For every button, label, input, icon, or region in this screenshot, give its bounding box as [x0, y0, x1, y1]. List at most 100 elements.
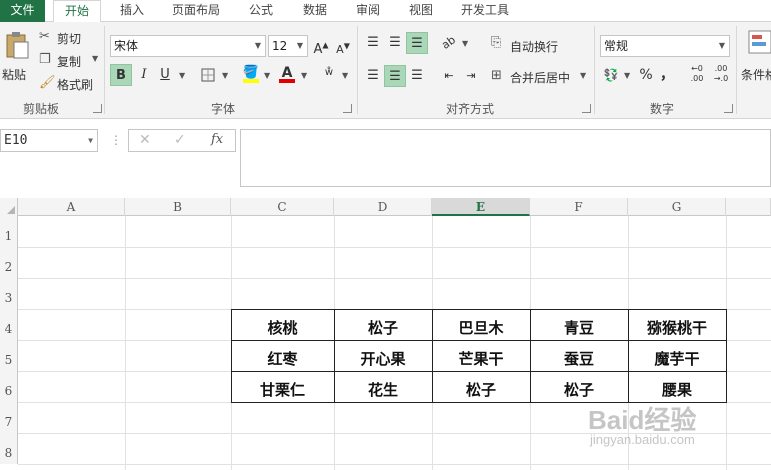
row-header-6[interactable]: 6	[0, 371, 18, 402]
row-header-3[interactable]: 3	[0, 278, 18, 309]
decrease-indent-icon: ⇤	[444, 69, 454, 82]
merge-center-button[interactable]: 合并后居中	[510, 69, 570, 86]
percent-button[interactable]: %	[635, 64, 657, 86]
number-format-select[interactable]: 常规 ▼	[600, 35, 730, 57]
column-header-g[interactable]: G	[628, 198, 726, 216]
increase-decimal-button[interactable]: ←0.00	[686, 64, 708, 86]
cut-button[interactable]: 剪切	[57, 30, 81, 47]
tab-page-layout[interactable]: 页面布局	[165, 0, 227, 22]
alignment-launcher-icon[interactable]	[582, 104, 591, 113]
paste-button[interactable]: 粘贴	[2, 28, 32, 90]
row-header-7[interactable]: 7	[0, 402, 18, 433]
table-cell[interactable]: 红枣	[231, 340, 334, 371]
column-header-a[interactable]: A	[18, 198, 125, 216]
phonetic-button[interactable]: ẘ	[318, 62, 340, 84]
clipboard-launcher-icon[interactable]	[93, 104, 102, 113]
italic-button[interactable]: I	[133, 64, 155, 86]
column-header-f[interactable]: F	[530, 198, 628, 216]
table-cell[interactable]: 蚕豆	[530, 340, 628, 371]
underline-button[interactable]: U	[154, 64, 176, 86]
align-bottom-icon: ☰	[411, 36, 423, 51]
table-cell[interactable]: 巴旦木	[432, 309, 530, 340]
table-cell[interactable]: 甘栗仁	[231, 371, 334, 402]
tab-insert[interactable]: 插入	[108, 0, 156, 22]
increase-font-size-button[interactable]: A▲	[310, 35, 332, 57]
tab-home[interactable]: 开始	[53, 0, 101, 23]
table-cell[interactable]: 腰果	[628, 371, 726, 402]
select-all-button[interactable]	[0, 198, 18, 216]
align-bottom-button[interactable]: ☰	[406, 32, 428, 54]
increase-indent-button[interactable]: ⇥	[460, 65, 482, 87]
formula-input[interactable]	[240, 129, 771, 187]
fill-color-dropdown-icon[interactable]: ▼	[264, 71, 270, 80]
align-middle-button[interactable]: ☰	[384, 32, 406, 54]
merge-dropdown-icon[interactable]: ▼	[580, 71, 586, 80]
column-header-h[interactable]	[726, 198, 771, 216]
decrease-decimal-button[interactable]: .00 →.0	[710, 64, 732, 86]
row-gridline	[18, 278, 771, 279]
fill-color-button[interactable]: 🪣	[240, 62, 262, 84]
row-header-1[interactable]: 1	[0, 216, 18, 247]
number-launcher-icon[interactable]	[724, 104, 733, 113]
align-center-button[interactable]: ☰	[384, 65, 406, 87]
table-cell[interactable]: 松子	[530, 371, 628, 402]
comma-button[interactable]: ，	[656, 64, 678, 86]
column-header-b[interactable]: B	[125, 198, 231, 216]
font-launcher-icon[interactable]	[343, 104, 352, 113]
borders-dropdown-icon[interactable]: ▼	[222, 71, 228, 80]
table-cell[interactable]: 核桃	[231, 309, 334, 340]
table-cell[interactable]: 猕猴桃干	[628, 309, 726, 340]
row-header-8[interactable]: 8	[0, 433, 18, 464]
borders-button[interactable]	[197, 64, 219, 86]
underline-dropdown-icon[interactable]: ▼	[179, 71, 185, 80]
enter-icon[interactable]: ✓	[174, 132, 186, 148]
column-header-c[interactable]: C	[231, 198, 334, 216]
tab-formulas[interactable]: 公式	[238, 0, 284, 22]
font-name-select[interactable]: 宋体 ▼	[110, 35, 266, 57]
accounting-dropdown-icon[interactable]: ▼	[624, 71, 630, 80]
table-border	[726, 309, 727, 402]
table-cell[interactable]: 松子	[334, 309, 432, 340]
conditional-formatting-button[interactable]: 条件格	[740, 28, 771, 90]
font-color-button[interactable]: A	[276, 62, 298, 84]
tab-review[interactable]: 审阅	[345, 0, 391, 22]
name-box[interactable]: E10 ▼	[0, 129, 98, 152]
orientation-button[interactable]: ab	[438, 32, 460, 54]
format-painter-button[interactable]: 格式刷	[57, 76, 93, 93]
row-header-4[interactable]: 4	[0, 309, 18, 340]
insert-function-icon[interactable]: fx	[211, 132, 223, 147]
phonetic-dropdown-icon[interactable]: ▼	[342, 71, 348, 80]
cancel-icon[interactable]: ✕	[139, 132, 151, 148]
font-color-dropdown-icon[interactable]: ▼	[301, 71, 307, 80]
table-cell[interactable]: 魔芋干	[628, 340, 726, 371]
column-header-e[interactable]: E	[432, 198, 530, 216]
decrease-font-size-button[interactable]: A▼	[332, 35, 354, 57]
copy-button[interactable]: 复制	[57, 53, 81, 70]
table-cell[interactable]: 花生	[334, 371, 432, 402]
row-header-2[interactable]: 2	[0, 247, 18, 278]
wrap-text-button[interactable]: 自动换行	[510, 38, 558, 55]
table-cell[interactable]: 青豆	[530, 309, 628, 340]
copy-dropdown-icon[interactable]: ▼	[92, 54, 98, 63]
row-header-5[interactable]: 5	[0, 340, 18, 371]
increase-indent-icon: ⇥	[466, 69, 476, 82]
font-size-select[interactable]: 12 ▼	[268, 35, 308, 57]
chevron-down-icon: ▼	[296, 41, 304, 50]
accounting-format-button[interactable]: 💱	[600, 64, 622, 86]
tab-developer[interactable]: 开发工具	[452, 0, 518, 22]
table-cell[interactable]: 松子	[432, 371, 530, 402]
orientation-dropdown-icon[interactable]: ▼	[462, 39, 468, 48]
align-top-button[interactable]: ☰	[362, 32, 384, 54]
tab-file[interactable]: 文件	[0, 0, 45, 22]
align-right-button[interactable]: ☰	[406, 65, 428, 87]
table-cell[interactable]: 开心果	[334, 340, 432, 371]
decrease-indent-button[interactable]: ⇤	[438, 65, 460, 87]
column-gridline	[125, 216, 126, 470]
tab-view[interactable]: 视图	[398, 0, 444, 22]
align-middle-icon: ☰	[389, 35, 401, 50]
table-cell[interactable]: 芒果干	[432, 340, 530, 371]
tab-data[interactable]: 数据	[292, 0, 338, 22]
align-left-button[interactable]: ☰	[362, 65, 384, 87]
bold-button[interactable]: B	[110, 64, 132, 86]
column-header-d[interactable]: D	[334, 198, 432, 216]
